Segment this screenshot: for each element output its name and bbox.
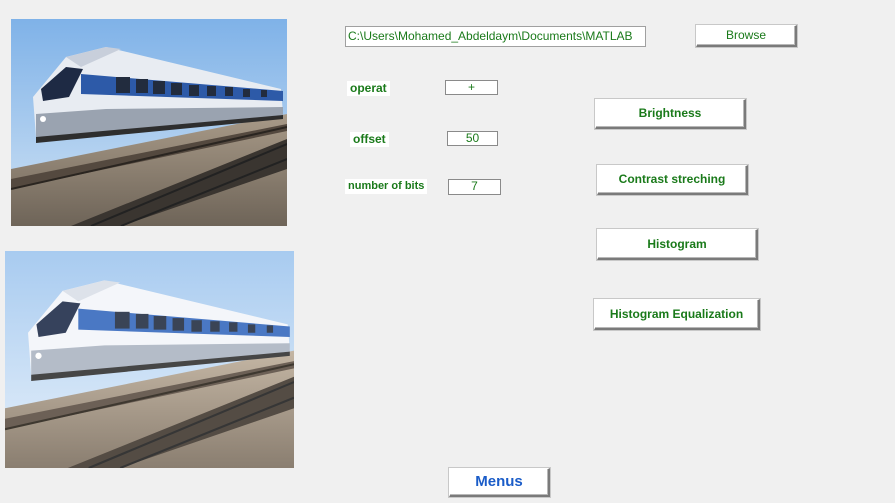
original-image (11, 19, 287, 226)
contrast-stretching-button[interactable]: Contrast streching (597, 165, 748, 195)
processed-image (5, 251, 294, 468)
bits-input[interactable]: 7 (448, 179, 501, 195)
train-photo-original (11, 19, 287, 226)
offset-label: offset (350, 132, 389, 147)
operat-input[interactable]: + (445, 80, 498, 95)
histogram-button[interactable]: Histogram (597, 229, 758, 260)
train-photo-processed (5, 251, 294, 468)
histogram-equalization-button[interactable]: Histogram Equalization (594, 299, 760, 330)
bits-label: number of bits (345, 179, 428, 194)
browse-button[interactable]: Browse (696, 25, 797, 47)
offset-input[interactable]: 50 (447, 131, 498, 146)
brightness-button[interactable]: Brightness (595, 99, 746, 129)
file-path-field[interactable]: C:\Users\Mohamed_Abdeldaym\Documents\MAT… (345, 26, 646, 47)
operat-label: operat (347, 81, 390, 96)
menus-button[interactable]: Menus (449, 468, 550, 497)
